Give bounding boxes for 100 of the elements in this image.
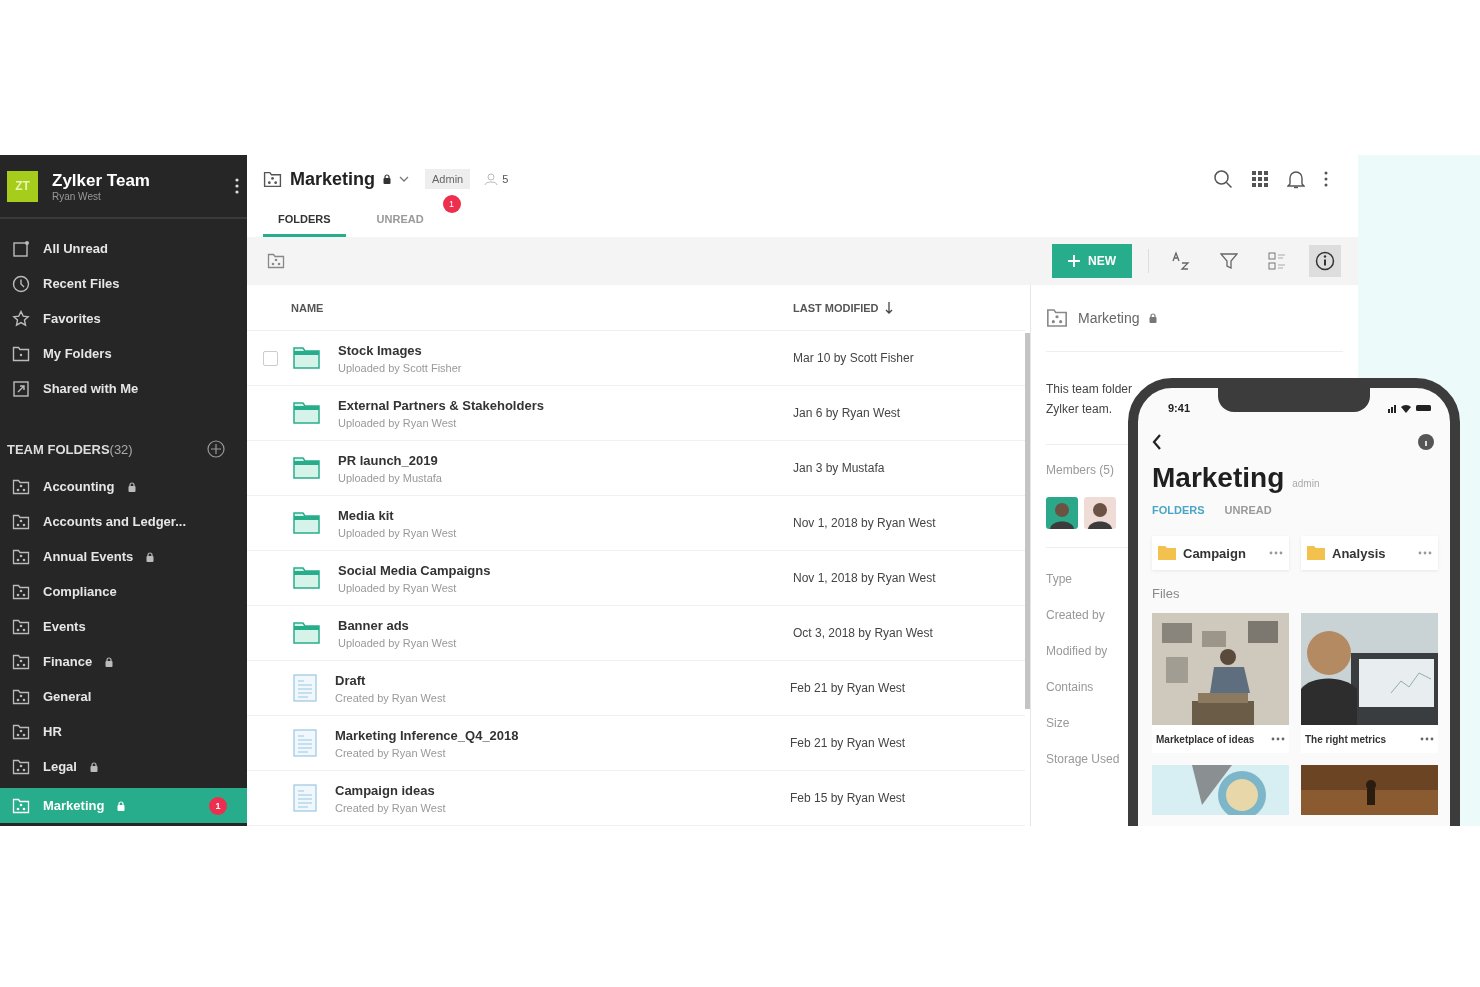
description-text: This team folder (1046, 382, 1133, 396)
info-icon[interactable] (1418, 434, 1434, 450)
file-row[interactable]: Stock Images Uploaded by Scott Fisher Mar 10 by Scott Fisher (247, 331, 1025, 386)
folder-card[interactable]: Campaign (1152, 536, 1289, 570)
more-icon[interactable] (235, 178, 239, 194)
file-name: Banner ads (338, 617, 410, 633)
modified-text: Oct 3, 2018 by Ryan West (793, 626, 933, 640)
file-name: PR launch_2019 (338, 452, 439, 468)
file-subtitle: Uploaded by Ryan West (338, 581, 458, 594)
team-folder-item[interactable]: HR (0, 714, 247, 749)
folder-icon (1307, 546, 1325, 560)
more-icon[interactable] (1324, 171, 1328, 187)
field-label: Modified by (1046, 644, 1109, 658)
file-name: Social Media Campaigns (338, 562, 492, 578)
column-header[interactable]: LAST MODIFIED (793, 301, 893, 314)
file-row[interactable]: Marketing Inference_Q4_2018 Created by Ryan West Feb 21 by Ryan West (247, 716, 1025, 771)
arrow-down-icon (884, 301, 893, 314)
chevron-down-icon[interactable] (399, 176, 410, 182)
file-subtitle: Uploaded by Mustafa (338, 471, 443, 484)
file-name: Media kit (338, 507, 395, 523)
modified-text: Nov 1, 2018 by Ryan West (793, 516, 936, 530)
field-label: Size (1046, 716, 1071, 730)
avatar[interactable] (1084, 497, 1116, 529)
file-card[interactable]: Marketplace of ideas (1152, 613, 1289, 753)
file-row[interactable]: External Partners & Stakeholders Uploaded by Ryan West Jan 6 by Ryan West (247, 386, 1025, 441)
nav-item[interactable]: All Unread (0, 231, 247, 266)
team-folder-icon (12, 722, 30, 741)
folder-label: Accounts and Ledger... (43, 514, 187, 529)
team-folder-icon (12, 512, 30, 531)
nav-item[interactable]: Favorites (0, 301, 247, 336)
field-label: Contains (1046, 680, 1095, 694)
folder-icon (293, 347, 320, 369)
folder-label: Legal (43, 759, 77, 774)
file-name: Marketing Inference_Q4_2018 (335, 727, 520, 743)
apps-grid-icon[interactable] (1252, 171, 1268, 187)
file-subtitle: Created by Ryan West (335, 746, 447, 759)
file-row[interactable]: Banner ads Uploaded by Ryan West Oct 3, 2018 by Ryan West (247, 606, 1025, 661)
folder-card[interactable]: Analysis (1301, 536, 1438, 570)
details-title: Marketing (1078, 310, 1140, 326)
folder-label: Annual Events (43, 549, 134, 564)
folder-icon (1158, 546, 1176, 560)
shared-icon (12, 379, 30, 398)
team-folder-item[interactable]: Marketing 1 (0, 788, 247, 823)
folder-icon (12, 344, 30, 363)
team-folder-item[interactable]: Finance (0, 644, 247, 679)
team-folder-icon (12, 757, 30, 776)
folder-name: Analysis (1332, 545, 1387, 561)
unread-icon (12, 239, 30, 258)
team-folder-icon (12, 687, 30, 706)
file-subtitle: Created by Ryan West (335, 801, 447, 814)
folder-label: HR (43, 724, 62, 739)
search-icon[interactable] (1213, 169, 1233, 189)
file-name: External Partners & Stakeholders (338, 397, 545, 413)
file-row[interactable]: Social Media Campaigns Uploaded by Ryan West Nov 1, 2018 by Ryan West (247, 551, 1025, 606)
modified-text: Jan 6 by Ryan West (793, 406, 901, 420)
team-folder-item[interactable]: Annual Events (0, 539, 247, 574)
team-folder-icon (12, 617, 30, 636)
scrollbar[interactable] (1025, 333, 1030, 709)
count-text: 5 (502, 173, 509, 185)
nav-item[interactable]: Shared with Me (0, 371, 247, 406)
add-icon[interactable] (207, 440, 225, 458)
user-name: Ryan West (52, 190, 102, 202)
nav-item[interactable]: Recent Files (0, 266, 247, 301)
team-name: Zylker Team (52, 170, 151, 191)
folder-icon (293, 567, 320, 589)
modified-text: Nov 1, 2018 by Ryan West (793, 571, 936, 585)
team-folder-item[interactable]: Legal (0, 749, 247, 784)
description-text: Zylker team. (1046, 402, 1112, 416)
section-title: Files (1152, 586, 1181, 601)
team-folder-item[interactable]: Events (0, 609, 247, 644)
modified-text: Jan 3 by Mustafa (793, 461, 885, 475)
file-row[interactable]: PR launch_2019 Uploaded by Mustafa Jan 3 by Mustafa (247, 441, 1025, 496)
modified-text: Feb 21 by Ryan West (790, 681, 906, 695)
folder-label: Accounting (43, 479, 115, 494)
members-label: Members (5) (1046, 463, 1115, 477)
team-folder-item[interactable]: General (0, 679, 247, 714)
column-header[interactable]: NAME (291, 301, 793, 314)
team-folder-item[interactable]: Accounting (0, 469, 247, 504)
member-count[interactable]: 5 (478, 169, 515, 189)
bell-icon[interactable] (1287, 169, 1305, 189)
file-card[interactable]: The right metrics (1301, 613, 1438, 753)
nav-item[interactable]: My Folders (0, 336, 247, 371)
team-folder-item[interactable]: Compliance (0, 574, 247, 609)
document-icon (293, 784, 317, 812)
file-name: Draft (335, 672, 367, 688)
more-icon[interactable] (1420, 737, 1434, 741)
folder-title: Marketing (290, 168, 376, 190)
info-button[interactable] (1309, 245, 1341, 277)
checkbox[interactable] (262, 350, 278, 366)
folder-icon (293, 457, 320, 479)
file-row[interactable]: Draft Created by Ryan West Feb 21 by Ryan West (247, 661, 1025, 716)
avatar[interactable] (1046, 497, 1078, 529)
more-icon[interactable] (1271, 737, 1285, 741)
file-row[interactable]: Campaign ideas Created by Ryan West Feb 15 by Ryan West (247, 771, 1025, 826)
folder-label: General (43, 689, 92, 704)
team-folder-item[interactable]: Accounts and Ledger... (0, 504, 247, 539)
back-icon[interactable] (1152, 434, 1162, 450)
folder-icon (293, 622, 320, 644)
file-row[interactable]: Media kit Uploaded by Ryan West Nov 1, 2018 by Ryan West (247, 496, 1025, 551)
folder-icon (293, 402, 320, 424)
